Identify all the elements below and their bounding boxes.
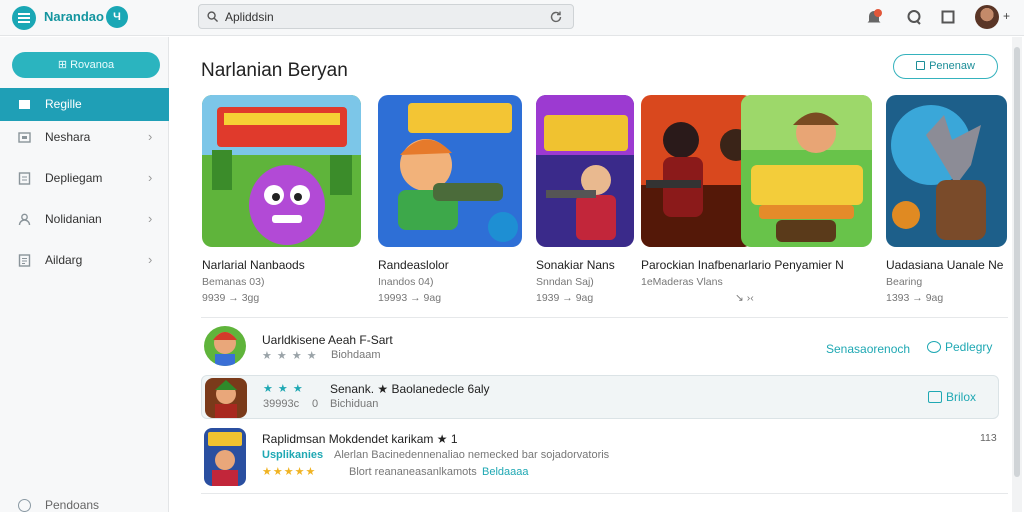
list-item[interactable]: ★ ★ ★ Senank. ★ Baolanedecle 6aly 39993c… [201,375,999,419]
document-icon [18,254,31,267]
app-icon [205,378,247,418]
featured-card-image[interactable] [741,95,872,247]
store-icon [18,132,31,143]
add-icon[interactable]: + [1003,9,1010,23]
search-bar[interactable] [198,4,574,29]
list-item-tag: Usplikanies [262,449,324,461]
user-icon [18,213,31,226]
featured-card-meta: 9939 → 3gg [202,292,260,304]
search-input[interactable] [225,8,525,26]
list-item-count: 113 [980,432,997,444]
featured-card-subtitle: Bemanas 03) [202,276,265,288]
featured-card-title[interactable]: Parockian Inafbenarlario Penyamier N [641,258,844,272]
featured-card-image[interactable] [536,95,634,247]
list-item[interactable]: Raplidmsan Mokdendet karikam ★ 1 Usplika… [201,426,999,490]
section-button-label: Penenaw [929,60,975,72]
featured-card-image[interactable] [202,95,361,247]
sidebar-item-label: Depliegam [45,171,103,185]
list-item-subtitle: 39993c [263,398,300,410]
list-item-title: Senank. ★ Baolanedecle 6aly [330,382,490,396]
featured-card-subtitle: Snndan Saj) [536,276,594,288]
sidebar-item-nolidanian[interactable]: Nolidanian › [0,203,169,236]
list-item-title: Raplidmsan Mokdendet karikam ★ 1 [262,432,458,446]
app-title: Narandao [44,9,104,24]
sidebar-item-regille[interactable]: Regille [0,88,169,121]
sidebar-item-label: Aildarg [45,253,83,267]
list-item-description: Alerlan Bacinedennenaliao nemecked bar s… [334,449,610,461]
refresh-icon[interactable] [549,10,563,24]
scrollbar[interactable] [1012,37,1022,512]
featured-card-image[interactable] [886,95,1007,247]
chevron-right-icon: › [148,129,153,144]
list-item[interactable]: Uarldkisene Aeah F-Sart ★ ★ ★ ★ Biohdaam… [201,323,999,371]
menu-icon[interactable] [12,6,36,30]
list-item-subtitle: 0 [312,398,319,410]
avatar[interactable] [975,5,999,29]
list-item-action-label: Pedlegry [945,340,993,354]
featured-card-meta: 1939 → 9ag [536,292,594,304]
circle-icon [18,499,31,512]
notification-icon[interactable] [865,8,883,26]
sidebar-item-depliegam[interactable]: Depliegam › [0,162,169,195]
sidebar-item-label: Nolidanian [45,212,102,226]
sidebar: ⊞ Rovanoa Regille Neshara › Depliegam › … [0,37,169,512]
sidebar-footer-label: Pendoans [45,498,100,512]
featured-card-title[interactable]: Uadasiana Uanale Ne [886,258,1003,272]
featured-card-subtitle: 1eMaderas Vlans [641,276,723,288]
chat-icon [927,341,941,353]
rating-stars: ★★★★★ [262,466,317,478]
list-item-subtitle: Biohdaam [331,349,381,361]
featured-card-subtitle: Inandos 04) [378,276,434,288]
list-item-title: Uarldkisene Aeah F-Sart [262,333,393,347]
sidebar-item-label: Regille [45,97,82,111]
rating-stars: ★ ★ ★ ★ [262,350,318,362]
list-item-action[interactable]: Pedlegry [927,340,992,354]
window-icon[interactable] [939,8,957,26]
chevron-right-icon: › [148,252,153,267]
featured-card-image[interactable] [641,95,753,247]
scrollbar-thumb[interactable] [1014,47,1020,477]
section-button[interactable]: Penenaw [893,54,998,79]
featured-card-title[interactable]: Randeaslolor [378,258,449,272]
divider [201,317,1008,318]
sidebar-item-label: Neshara [45,130,91,144]
search-icon [207,11,218,22]
send-icon [928,391,942,403]
featured-card-title[interactable]: Sonakiar Nans [536,258,615,272]
featured-card-meta: 19993 → 9ag [378,292,442,304]
app-icon [204,428,246,486]
featured-card-image[interactable] [378,95,522,247]
sidebar-item-aildarg[interactable]: Aildarg › [0,244,169,277]
chevron-right-icon: › [148,170,153,185]
chat-icon[interactable] [905,8,923,26]
list-item-subtitle: Bichiduan [330,398,379,410]
list-item-action[interactable]: Brilox [928,390,976,404]
library-icon [18,172,31,185]
new-button[interactable]: ⊞ Rovanoa [12,52,160,78]
rating-stars: ★ ★ ★ [263,383,304,395]
chevron-right-icon: › [148,211,153,226]
list-item-subtitle: Blort reananeasanlkamots [349,466,477,478]
divider [201,493,1008,494]
list-item-link[interactable]: Beldaaaa [482,466,529,478]
list-item-action-label: Brilox [946,390,977,404]
app-icon [204,326,246,366]
featured-card-subtitle: Bearing [886,276,923,288]
sidebar-item-neshara[interactable]: Neshara › [0,121,169,154]
featured-card-meta: 1393 → 9ag [886,292,944,304]
app-badge: Ч [106,6,128,28]
home-icon [19,100,30,109]
section-title: Narlanian Beryan [201,60,348,81]
featured-card-title[interactable]: Narlarial Nanbaods [202,258,305,272]
featured-card-meta: ↘ ›‹ [735,292,754,304]
top-bar: Narandao Ч + [0,0,1024,36]
square-icon [916,61,926,70]
list-item-link[interactable]: Senasaorenoch [826,342,910,356]
